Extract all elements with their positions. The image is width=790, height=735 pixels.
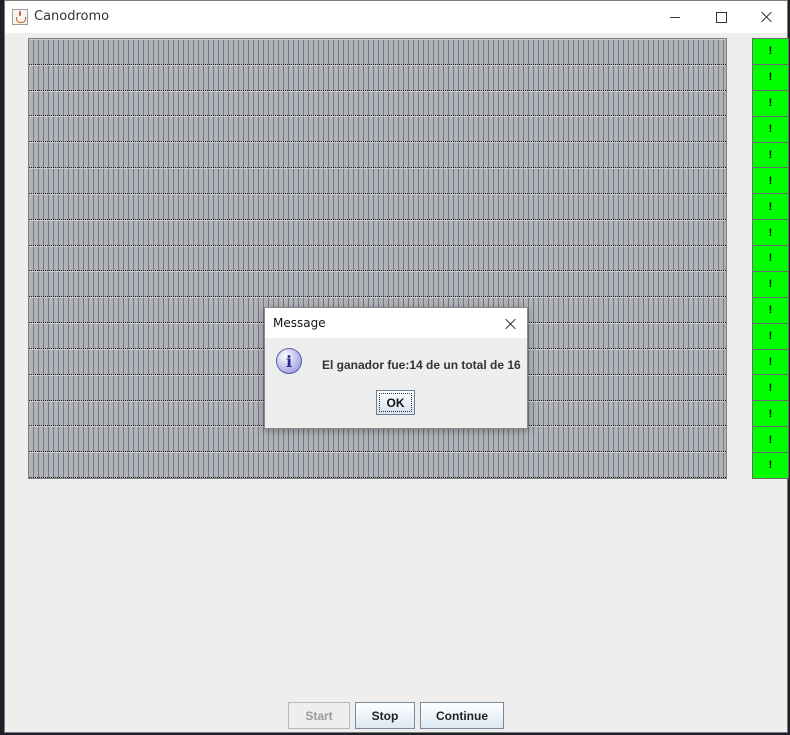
race-lane [29,116,726,143]
lane-indicators: !!!!!!!!!!!!!!!!! [752,38,789,479]
lane-flag: ! [752,297,789,324]
continue-button[interactable]: Continue [420,702,504,729]
close-button[interactable] [744,1,790,33]
window-title: Canodromo [34,9,110,24]
maximize-icon [715,11,727,23]
race-lane [29,168,726,194]
java-app-icon [12,9,28,25]
lane-flag: ! [752,401,789,428]
lane-flag: ! [752,90,789,117]
race-lane [29,90,726,117]
race-lane [29,426,726,453]
lane-flag: ! [752,142,789,169]
race-lane [29,452,726,479]
ok-button[interactable]: OK [376,390,415,415]
race-lane [29,142,726,169]
window-titlebar[interactable]: Canodromo [5,1,787,33]
lane-flag: ! [752,271,789,298]
dialog-message: El ganador fue:14 de un total de 16 [322,358,521,372]
lane-flag: ! [752,38,789,65]
lane-flag: ! [752,453,789,479]
lane-flag: ! [752,375,789,402]
lane-flag: ! [752,323,789,350]
race-lane [29,271,726,298]
dialog-title: Message [273,316,326,330]
dialog-close-button[interactable] [501,315,521,333]
race-lane [29,193,726,220]
stop-button[interactable]: Stop [355,702,415,729]
lane-flag: ! [752,168,789,195]
lane-flag: ! [752,194,789,221]
lane-flag: ! [752,427,789,453]
race-lane [29,39,726,65]
maximize-button[interactable] [698,1,744,33]
minimize-icon [670,16,680,18]
lane-flag: ! [752,64,789,91]
close-icon [761,11,773,23]
lane-flag: ! [752,116,789,143]
lane-flag: ! [752,349,789,376]
race-lane [29,64,726,91]
race-lane [29,219,726,246]
lane-flag: ! [752,220,789,246]
race-lane [29,245,726,272]
info-icon: i [276,348,302,374]
lane-flag: ! [752,246,789,272]
minimize-button[interactable] [652,1,698,33]
dialog-titlebar[interactable]: Message [265,308,527,338]
close-icon [505,318,517,330]
message-dialog: Message i El ganador fue:14 de un total … [264,307,528,429]
start-button[interactable]: Start [288,702,350,729]
